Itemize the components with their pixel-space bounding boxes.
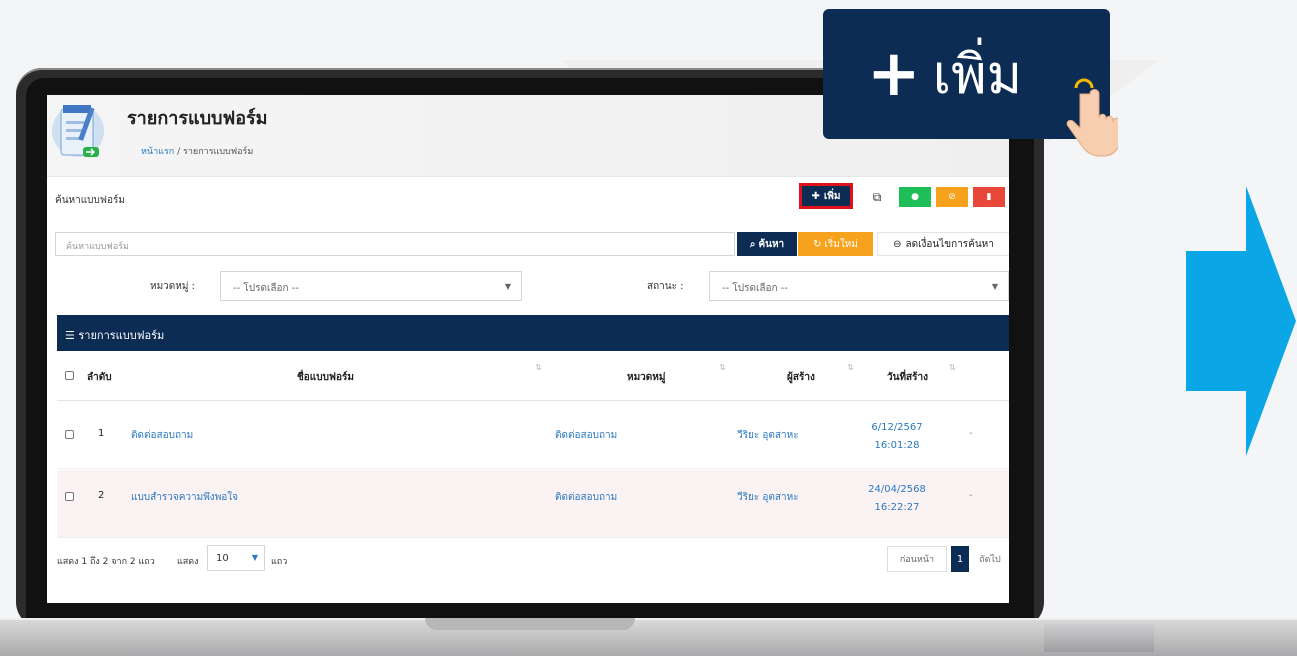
table-row: 1 ติดต่อสอบถาม ติดต่อสอบถาม วีริยะ อุตสา… xyxy=(57,401,1009,469)
app-screen: รายการแบบฟอร์ม หน้าแรก / รายการแบบฟอร์ม … xyxy=(47,95,1009,603)
column-creator[interactable]: ผู้สร้าง xyxy=(787,370,815,385)
page-size-select[interactable]: 10 ▼ xyxy=(207,545,265,571)
breadcrumb-separator: / xyxy=(177,147,181,157)
list-panel-title: รายการแบบฟอร์ม xyxy=(78,329,165,342)
plus-icon: ✚ xyxy=(811,190,820,202)
search-row: ค้นหาแบบฟอร์ม ⌕ ค้นหา ↻ เริ่มใหม่ ⊖ ลดเง… xyxy=(55,232,1009,256)
reset-button[interactable]: ↻ เริ่มใหม่ xyxy=(798,232,873,256)
current-page-button[interactable]: 1 xyxy=(951,546,969,572)
row-created-date: 24/04/2568 16:22:27 xyxy=(862,481,932,517)
hide-button[interactable]: ⊘ xyxy=(936,187,968,207)
chevron-down-icon: ▼ xyxy=(504,282,511,291)
eye-slash-icon: ⊘ xyxy=(948,192,956,202)
status-select-value: -- โปรดเลือก -- xyxy=(722,283,788,294)
table-header: ลำดับ ชื่อแบบฟอร์ม ⇅ หมวดหมู่ ⇅ ผู้สร้าง… xyxy=(57,351,1009,401)
refresh-icon: ↻ xyxy=(813,238,822,250)
row-order: 2 xyxy=(98,490,105,501)
callout-label: เพิ่ม xyxy=(932,43,1023,106)
row-date: 24/04/2568 xyxy=(868,484,926,495)
status-label: สถานะ : xyxy=(647,281,684,292)
page-size-value: 10 xyxy=(216,553,229,564)
sort-icon[interactable]: ⇅ xyxy=(847,363,854,372)
search-section-title: ค้นหาแบบฟอร์ม xyxy=(55,195,125,206)
previous-page-button[interactable]: ก่อนหน้า xyxy=(887,546,947,572)
list-panel-header: ☰ รายการแบบฟอร์ม xyxy=(57,315,1009,351)
row-category[interactable]: ติดต่อสอบถาม xyxy=(555,490,617,505)
breadcrumb-current: รายการแบบฟอร์ม xyxy=(183,147,254,157)
copy-icon[interactable]: ⧉ xyxy=(867,187,887,207)
chevron-down-icon: ▼ xyxy=(251,553,258,562)
category-select[interactable]: -- โปรดเลือก -- ▼ xyxy=(220,271,522,301)
row-form-name-link[interactable]: แบบสำรวจความพึงพอใจ xyxy=(131,490,238,505)
breadcrumb: หน้าแรก / รายการแบบฟอร์ม xyxy=(141,144,253,158)
search-input[interactable]: ค้นหาแบบฟอร์ม xyxy=(55,232,735,256)
delete-button[interactable]: ▮ xyxy=(973,187,1005,207)
table-footer: แสดง 1 ถึง 2 จาก 2 แถว แสดง 10 ▼ แถว ก่อ… xyxy=(57,541,1009,581)
row-time: 16:01:28 xyxy=(874,440,920,451)
row-extra: - xyxy=(969,428,973,439)
row-creator[interactable]: วีริยะ อุตสาหะ xyxy=(737,490,799,505)
page-size-label: แสดง xyxy=(177,557,199,567)
reset-button-label: เริ่มใหม่ xyxy=(824,238,858,250)
eye-icon: ● xyxy=(911,192,919,202)
category-label: หมวดหมู่ : xyxy=(150,281,196,292)
pagination-info: แสดง 1 ถึง 2 จาก 2 แถว xyxy=(57,557,155,567)
breadcrumb-home-link[interactable]: หน้าแรก xyxy=(141,147,174,157)
row-created-date: 6/12/2567 16:01:28 xyxy=(862,419,932,455)
row-extra: - xyxy=(969,490,973,501)
sort-icon[interactable]: ⇅ xyxy=(719,363,726,372)
select-all-checkbox[interactable] xyxy=(65,371,74,380)
collapse-filters-button[interactable]: ⊖ ลดเงื่อนไขการค้นหา xyxy=(877,232,1009,256)
chevron-down-icon: ▼ xyxy=(991,282,998,291)
row-checkbox[interactable] xyxy=(65,430,74,439)
pointing-hand-icon xyxy=(1066,78,1118,157)
row-form-name-link[interactable]: ติดต่อสอบถาม xyxy=(131,428,193,443)
row-time: 16:22:27 xyxy=(874,502,920,513)
filter-row: หมวดหมู่ : -- โปรดเลือก -- ▼ สถานะ : -- … xyxy=(47,271,1009,301)
sort-icon[interactable]: ⇅ xyxy=(535,363,542,372)
callout-plus-icon: + xyxy=(867,37,921,111)
search-icon: ⌕ xyxy=(749,238,756,250)
column-category[interactable]: หมวดหมู่ xyxy=(627,370,665,385)
list-icon: ☰ xyxy=(65,329,75,342)
page-title: รายการแบบฟอร์ม xyxy=(127,108,268,129)
row-order: 1 xyxy=(98,428,105,439)
row-creator[interactable]: วีริยะ อุตสาหะ xyxy=(737,428,799,443)
add-button[interactable]: ✚ เพิ่ม xyxy=(799,183,853,209)
row-checkbox[interactable] xyxy=(65,492,74,501)
add-button-label: เพิ่ม xyxy=(823,190,841,202)
status-select[interactable]: -- โปรดเลือก -- ▼ xyxy=(709,271,1009,301)
search-toolbar: ค้นหาแบบฟอร์ม ✚ เพิ่ม ⧉ ● ⊘ ▮ xyxy=(47,181,1009,215)
column-created-date[interactable]: วันที่สร้าง xyxy=(887,370,928,385)
column-order[interactable]: ลำดับ xyxy=(87,370,112,385)
table-row: 2 แบบสำรวจความพึงพอใจ ติดต่อสอบถาม วีริย… xyxy=(57,470,1009,538)
trash-icon: ▮ xyxy=(986,192,992,202)
row-category[interactable]: ติดต่อสอบถาม xyxy=(555,428,617,443)
search-button-label: ค้นหา xyxy=(758,238,785,250)
show-button[interactable]: ● xyxy=(899,187,931,207)
right-arrow-icon xyxy=(1186,186,1296,456)
laptop-base-edge xyxy=(1044,624,1154,652)
row-date: 6/12/2567 xyxy=(871,422,923,433)
sort-icon[interactable]: ⇅ xyxy=(949,363,956,372)
column-form-name[interactable]: ชื่อแบบฟอร์ม xyxy=(297,370,354,385)
collapse-filters-label: ลดเงื่อนไขการค้นหา xyxy=(905,238,994,250)
search-button[interactable]: ⌕ ค้นหา xyxy=(737,232,797,256)
next-page-button[interactable]: ถัดไป xyxy=(971,546,1009,572)
minus-circle-icon: ⊖ xyxy=(893,238,902,250)
laptop-notch xyxy=(425,618,635,630)
form-document-icon xyxy=(52,105,104,157)
rows-label: แถว xyxy=(271,557,288,567)
category-select-value: -- โปรดเลือก -- xyxy=(233,283,299,294)
